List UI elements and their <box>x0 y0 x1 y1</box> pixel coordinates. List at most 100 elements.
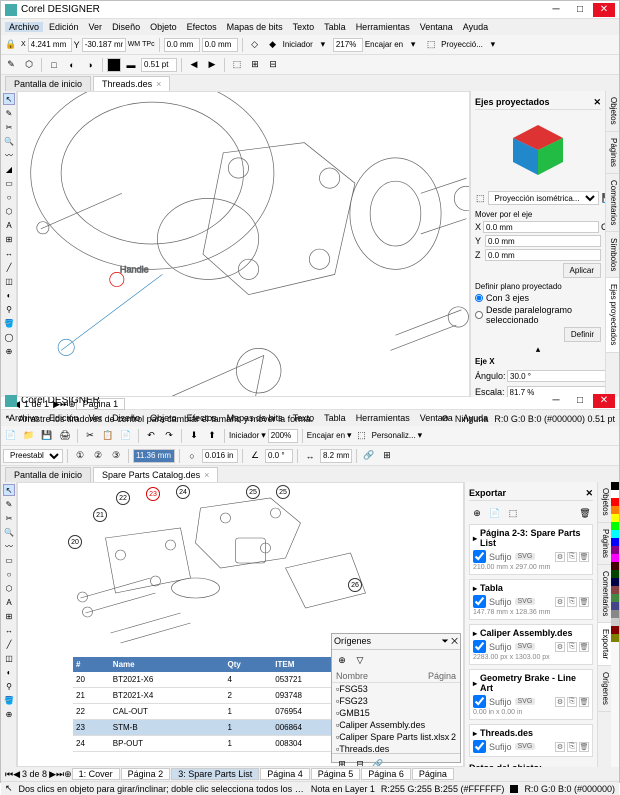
menu2-archivo[interactable]: Archivo <box>5 413 43 423</box>
height-input[interactable] <box>202 38 238 52</box>
canvas-1[interactable]: Handle <box>17 91 470 397</box>
orig-row[interactable]: ▫ GMB15 <box>332 707 460 719</box>
table-tool-2[interactable]: ⊞ <box>3 610 15 622</box>
menu2-mapas[interactable]: Mapas de bits <box>223 413 287 423</box>
orig-b3-icon[interactable]: 🔗 <box>370 756 386 767</box>
angle-icon[interactable]: ∠ <box>247 448 263 464</box>
eyedrop-tool[interactable]: ⚲ <box>3 303 15 315</box>
sidetab2-objetos[interactable]: Objetos <box>598 482 611 523</box>
connector-tool[interactable]: ╱ <box>3 261 15 273</box>
personaliz-label[interactable]: Personaliz... <box>372 431 416 440</box>
callout1-icon[interactable]: ① <box>72 448 88 464</box>
arrow-end-icon[interactable]: ▶ <box>204 57 220 73</box>
palette-swatch[interactable] <box>611 570 619 578</box>
shadow-tool-2[interactable]: ◫ <box>3 652 15 664</box>
menu2-ventana[interactable]: Ventana <box>416 413 457 423</box>
coord-y-input[interactable] <box>82 38 126 52</box>
orig-b2-icon[interactable]: ⊟ <box>352 756 368 767</box>
angulo-x-input[interactable] <box>507 370 605 382</box>
minimize-button[interactable]: ─ <box>545 3 567 17</box>
menu-ver[interactable]: Ver <box>85 22 107 32</box>
palette-swatch[interactable] <box>611 546 619 554</box>
shape-tool[interactable]: ✎ <box>3 107 15 119</box>
projection-select[interactable]: Proyección isométrica... <box>488 191 599 205</box>
close-button[interactable]: ✕ <box>593 3 615 17</box>
more-tool[interactable]: ⊕ <box>3 345 15 357</box>
zoom2-input[interactable] <box>268 429 298 443</box>
menu-archivo[interactable]: Archivo <box>5 22 43 32</box>
dimension-tool[interactable]: ↔ <box>3 247 15 259</box>
line-icon[interactable]: ▬ <box>123 57 139 73</box>
ellipse-tool[interactable]: ○ <box>3 191 15 203</box>
exp-page-check[interactable] <box>473 550 486 563</box>
shape-icon[interactable]: ◇ <box>247 37 263 53</box>
outline-tool[interactable]: ◯ <box>3 331 15 343</box>
page-tab-2[interactable]: Página 2 <box>121 768 171 780</box>
gear-icon[interactable]: ⚙ <box>555 742 565 752</box>
dup-icon[interactable]: ⎘ <box>567 697 577 707</box>
palette-swatch[interactable] <box>611 610 619 618</box>
menu2-efectos[interactable]: Efectos <box>183 413 221 423</box>
angle-input[interactable] <box>265 449 293 463</box>
del-icon[interactable]: 🗑 <box>579 642 589 652</box>
circle-icon[interactable]: ○ <box>184 448 200 464</box>
menu-objeto[interactable]: Objeto <box>146 22 181 32</box>
maximize-button[interactable]: □ <box>569 3 591 17</box>
sidetab2-origenes[interactable]: Orígenes <box>598 666 611 712</box>
menu-efectos[interactable]: Efectos <box>183 22 221 32</box>
orig-add-icon[interactable]: ⊕ <box>334 652 350 668</box>
gear-icon[interactable]: ⚙ <box>555 642 565 652</box>
sidetab-comentarios[interactable]: Comentarios <box>606 174 619 232</box>
crop-tool[interactable]: ✂ <box>3 121 15 133</box>
orig-filter-icon[interactable]: ▽ <box>352 652 368 668</box>
callout2-icon[interactable]: ② <box>90 448 106 464</box>
polygon-tool[interactable]: ⬡ <box>3 205 15 217</box>
gear-icon[interactable]: ⚙ <box>555 597 565 607</box>
palette-swatch[interactable] <box>611 490 619 498</box>
palette-swatch[interactable] <box>611 618 619 626</box>
page-tab-6[interactable]: Página 6 <box>361 768 411 780</box>
palette-swatch[interactable] <box>611 538 619 546</box>
lock-icon[interactable]: 🔒 <box>3 37 19 53</box>
palette-swatch[interactable] <box>611 594 619 602</box>
dropdown-icon[interactable]: ▾ <box>315 37 331 53</box>
connector-tool-2[interactable]: ╱ <box>3 638 15 650</box>
callout-20[interactable]: 20 <box>68 535 82 549</box>
style3-icon[interactable]: ◑ <box>82 57 98 73</box>
menu-texto[interactable]: Texto <box>289 22 319 32</box>
menu-diseno[interactable]: Diseño <box>108 22 144 32</box>
del-icon[interactable]: 🗑 <box>579 597 589 607</box>
transparency-tool-2[interactable]: ◐ <box>3 666 15 678</box>
orig-row[interactable]: ▫ FSG23 <box>332 695 460 707</box>
paste-icon[interactable]: 📄 <box>118 428 134 444</box>
orig-row[interactable]: ▫ Caliper Assembly.des <box>332 719 460 731</box>
tab-close-icon[interactable]: × <box>156 79 161 89</box>
zoom-input[interactable] <box>333 38 363 52</box>
sidetab2-exportar[interactable]: Exportar <box>598 623 611 666</box>
sidetab2-comentarios[interactable]: Comentarios <box>598 565 611 623</box>
zoom-tool-2[interactable]: 🔍 <box>3 526 15 538</box>
iniciador2-label[interactable]: Iniciador <box>229 431 259 440</box>
style2-icon[interactable]: ◐ <box>64 57 80 73</box>
opt1-icon[interactable]: ⬚ <box>229 57 245 73</box>
sidetab2-paginas[interactable]: Páginas <box>598 523 611 565</box>
menu-ventana[interactable]: Ventana <box>416 22 457 32</box>
del-icon[interactable]: 🗑 <box>579 697 589 707</box>
save-icon[interactable]: 💾 <box>39 428 55 444</box>
page2-prev-icon[interactable]: ◀ <box>13 769 20 780</box>
text-tool[interactable]: A <box>3 219 15 231</box>
coord-x-input[interactable] <box>28 38 72 52</box>
dist-icon[interactable]: ↔ <box>302 448 318 464</box>
menu2-diseno[interactable]: Diseño <box>108 413 144 423</box>
open-icon[interactable]: 📁 <box>21 428 37 444</box>
tab2-inicio[interactable]: Pantalla de inicio <box>5 467 91 482</box>
menu2-edicion[interactable]: Edición <box>45 413 83 423</box>
page-tab-4[interactable]: Página 4 <box>260 768 310 780</box>
eyedrop-tool-2[interactable]: ⚲ <box>3 680 15 692</box>
export-icon[interactable]: ⬆ <box>204 428 220 444</box>
dropdown3-icon[interactable]: ▾ <box>485 37 501 53</box>
style1-icon[interactable]: □ <box>46 57 62 73</box>
shape2-icon[interactable]: ◆ <box>265 37 281 53</box>
shadow-tool[interactable]: ◫ <box>3 275 15 287</box>
bezier-icon[interactable]: ✎ <box>3 57 19 73</box>
